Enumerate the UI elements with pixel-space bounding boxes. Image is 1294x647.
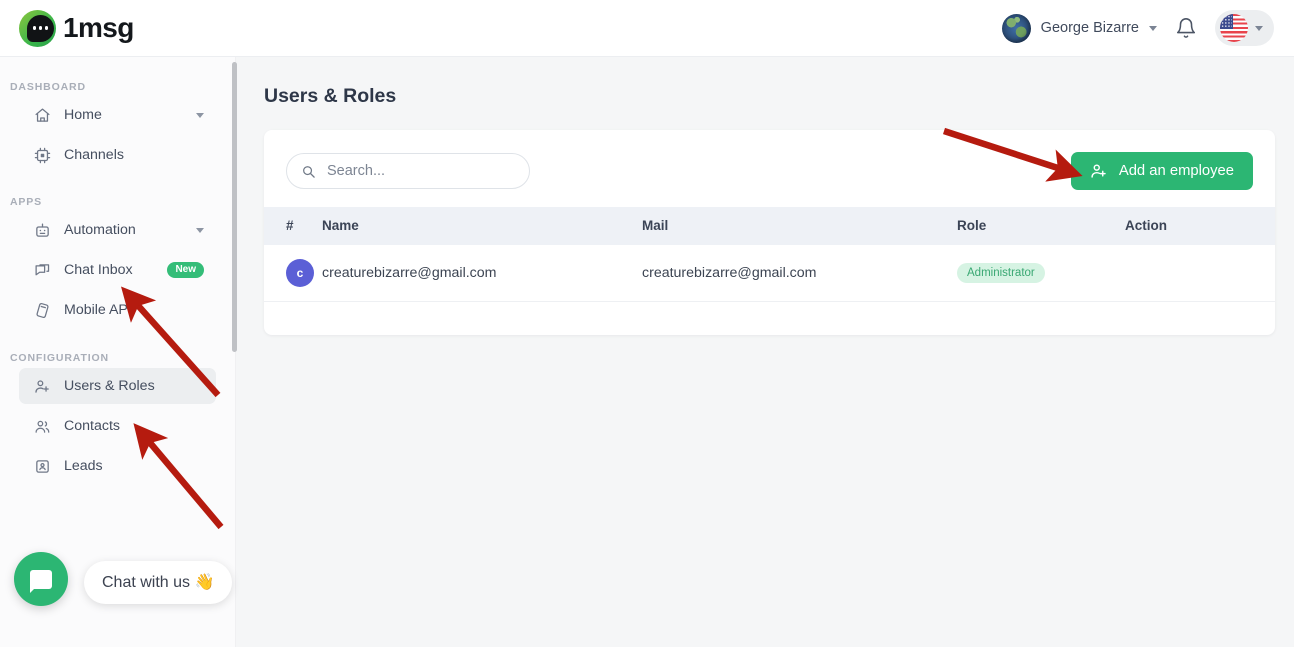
sidebar-item-label: Automation: [64, 222, 136, 238]
home-icon: [34, 107, 51, 124]
sidebar-item-label: Chat Inbox: [64, 262, 133, 278]
table-header: # Name Mail Role Action: [264, 207, 1275, 245]
user-plus-icon: [34, 378, 51, 395]
brand-name: 1msg: [63, 12, 134, 43]
row-role-cell: Administrator: [957, 245, 1125, 302]
sidebar-item-channels[interactable]: Channels: [19, 137, 216, 173]
sidebar-item-mobile-app[interactable]: Mobile APP: [19, 292, 216, 328]
us-flag-icon: [1220, 14, 1248, 42]
robot-icon: [34, 222, 51, 239]
sidebar-item-chat-inbox[interactable]: Chat Inbox New: [19, 252, 216, 288]
bell-icon[interactable]: [1175, 17, 1197, 39]
users-table: # Name Mail Role Action c creaturebizarr…: [264, 207, 1275, 302]
chevron-down-icon: [1255, 25, 1263, 31]
chat-launcher-button[interactable]: [14, 552, 68, 606]
sidebar-item-label: Home: [64, 107, 102, 123]
lead-icon: [34, 458, 51, 475]
table-body: c creaturebizarre@gmail.com creaturebiza…: [264, 245, 1275, 302]
chevron-down-icon: [1149, 25, 1157, 31]
search-input[interactable]: [327, 163, 515, 179]
sidebar-section-configuration: CONFIGURATION: [10, 352, 109, 364]
top-header: 1msg George Bizarre: [0, 0, 1294, 57]
header-actions: George Bizarre: [1001, 10, 1274, 46]
main-content: Users & Roles Search... Add an employee …: [236, 57, 1294, 647]
column-header-num: #: [264, 207, 322, 245]
column-header-action: Action: [1125, 207, 1275, 245]
search-box[interactable]: [286, 153, 530, 189]
status-badge: Administrator: [957, 263, 1045, 283]
sidebar-item-label: Contacts: [64, 418, 120, 434]
user-plus-icon: [1091, 164, 1106, 178]
sidebar-item-home[interactable]: Home: [19, 97, 216, 133]
column-header-name: Name: [322, 207, 642, 245]
app-root: 1msg George Bizarre DASHBOARD Home Chann…: [0, 0, 1294, 647]
new-badge: New: [167, 261, 204, 279]
mobile-app-icon: [34, 302, 51, 319]
chevron-down-icon: [196, 112, 204, 118]
sidebar-item-label: Leads: [64, 458, 103, 474]
users-card: Add an employee # Name Mail Role Action: [264, 130, 1275, 335]
sidebar-section-apps: APPS: [10, 196, 42, 208]
logo-icon: [19, 9, 56, 47]
column-header-role: Role: [957, 207, 1125, 245]
users-icon: [34, 418, 51, 435]
row-mail: creaturebizarre@gmail.com: [642, 245, 957, 302]
sidebar-item-users-roles[interactable]: Users & Roles: [19, 368, 216, 404]
row-name: creaturebizarre@gmail.com: [322, 245, 642, 302]
chevron-down-icon: [196, 227, 204, 233]
row-avatar-cell: c: [264, 245, 322, 302]
sidebar-scrollbar[interactable]: [232, 62, 237, 352]
sidebar-section-dashboard: DASHBOARD: [10, 81, 86, 93]
chat-bubble-icon: [30, 569, 52, 593]
brand-logo[interactable]: 1msg: [19, 9, 134, 47]
sidebar-item-contacts[interactable]: Contacts: [19, 408, 216, 444]
avatar: c: [286, 259, 314, 287]
table-header-row: # Name Mail Role Action: [264, 207, 1275, 245]
chat-bubbles-icon: [34, 262, 51, 279]
user-name-label: George Bizarre: [1040, 20, 1139, 36]
chip-icon: [34, 147, 51, 164]
card-toolbar: Add an employee: [264, 130, 1275, 190]
user-menu[interactable]: George Bizarre: [1001, 13, 1157, 43]
table-row[interactable]: c creaturebizarre@gmail.com creaturebiza…: [264, 245, 1275, 302]
search-icon: [301, 164, 316, 179]
sidebar-item-label: Mobile APP: [64, 302, 138, 318]
chat-tooltip[interactable]: Chat with us 👋: [84, 561, 233, 604]
column-header-mail: Mail: [642, 207, 957, 245]
language-selector[interactable]: [1215, 10, 1274, 46]
page-title: Users & Roles: [264, 85, 397, 107]
add-employee-label: Add an employee: [1118, 163, 1234, 179]
sidebar-item-leads[interactable]: Leads: [19, 448, 216, 484]
sidebar-item-label: Channels: [64, 147, 124, 163]
row-action-cell[interactable]: [1125, 245, 1275, 302]
add-employee-button[interactable]: Add an employee: [1070, 152, 1253, 190]
globe-avatar: [1001, 13, 1031, 43]
sidebar-item-label: Users & Roles: [64, 378, 155, 394]
sidebar-item-automation[interactable]: Automation: [19, 212, 216, 248]
